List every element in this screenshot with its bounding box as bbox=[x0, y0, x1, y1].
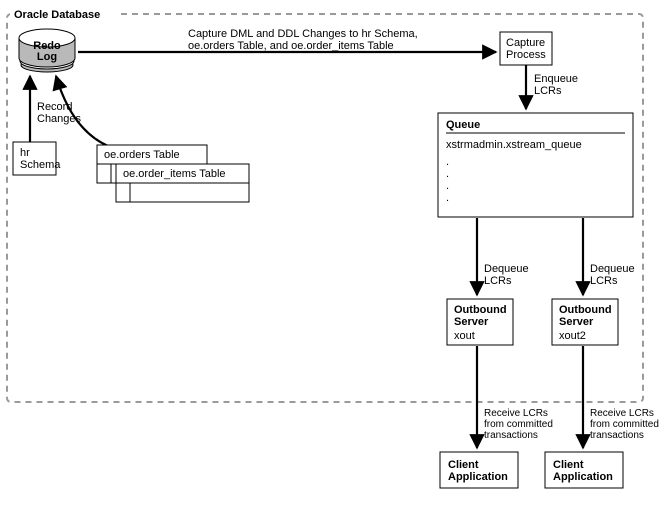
queue-box: Queue xstrmadmin.xstream_queue . . . . bbox=[438, 113, 633, 217]
hr-schema-2: Schema bbox=[20, 159, 61, 171]
outbound-1-name: xout bbox=[454, 330, 475, 342]
queue-dot4: . bbox=[446, 192, 449, 204]
dequeue-1a: Dequeue bbox=[484, 263, 529, 275]
receive-2b: from committed bbox=[590, 419, 659, 430]
client-app-1a: Client bbox=[448, 459, 479, 471]
client-app-2b: Application bbox=[553, 471, 613, 483]
queue-dot2: . bbox=[446, 168, 449, 180]
client-app-2a: Client bbox=[553, 459, 584, 471]
redo-log-label-2: Log bbox=[37, 51, 57, 63]
outbound-2a: Outbound bbox=[559, 304, 612, 316]
receive-2c: transactions bbox=[590, 430, 644, 441]
order-items-table-label: oe.order_items Table bbox=[123, 168, 226, 180]
outbound-2b: Server bbox=[559, 316, 594, 328]
capture-desc-2: oe.orders Table, and oe.order_items Tabl… bbox=[188, 40, 394, 52]
queue-dot1: . bbox=[446, 156, 449, 168]
outbound-1a: Outbound bbox=[454, 304, 507, 316]
queue-dot3: . bbox=[446, 180, 449, 192]
queue-title: Queue bbox=[446, 119, 480, 131]
enqueue-label-1: Enqueue bbox=[534, 73, 578, 85]
queue-name: xstrmadmin.xstream_queue bbox=[446, 139, 582, 151]
enqueue-label-2: LCRs bbox=[534, 85, 562, 97]
outbound-2-name: xout2 bbox=[559, 330, 586, 342]
capture-process-1: Capture bbox=[506, 37, 545, 49]
orders-table-label: oe.orders Table bbox=[104, 149, 180, 161]
dequeue-1b: LCRs bbox=[484, 275, 512, 287]
capture-desc-1: Capture DML and DDL Changes to hr Schema… bbox=[188, 28, 418, 40]
hr-schema-1: hr bbox=[20, 147, 30, 159]
receive-2a: Receive LCRs bbox=[590, 408, 654, 419]
receive-1b: from committed bbox=[484, 419, 553, 430]
dequeue-2b: LCRs bbox=[590, 275, 618, 287]
dequeue-2a: Dequeue bbox=[590, 263, 635, 275]
receive-1c: transactions bbox=[484, 430, 538, 441]
redo-log-cylinder: Redo Log bbox=[19, 29, 75, 72]
outbound-1b: Server bbox=[454, 316, 489, 328]
order-items-table: oe.order_items Table bbox=[116, 164, 249, 202]
client-app-1b: Application bbox=[448, 471, 508, 483]
capture-process-2: Process bbox=[506, 49, 546, 61]
oracle-database-label: Oracle Database bbox=[14, 9, 100, 21]
receive-1a: Receive LCRs bbox=[484, 408, 548, 419]
